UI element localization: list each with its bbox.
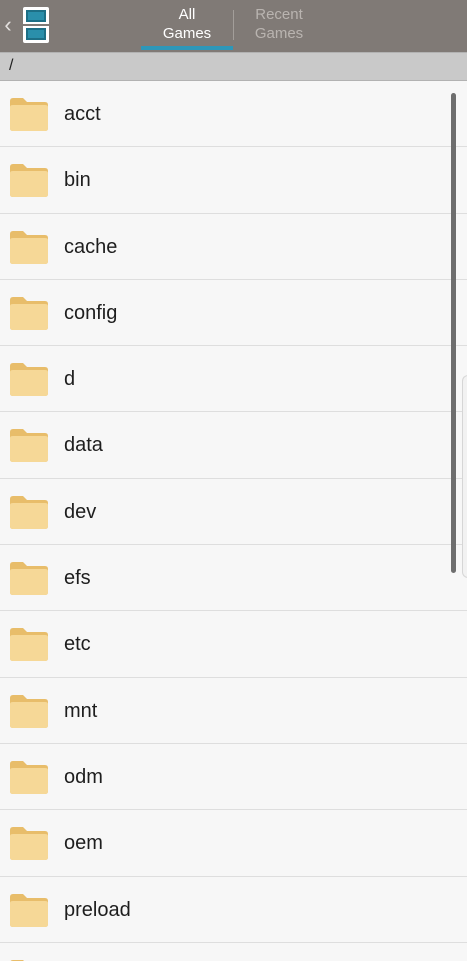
active-tab-indicator — [141, 46, 233, 50]
top-bar: ‹ All Games Recent Games — [0, 0, 467, 52]
folder-row[interactable]: acct — [0, 81, 467, 148]
folder-icon — [10, 694, 48, 728]
folder-icon — [10, 296, 48, 330]
folder-name: odm — [64, 765, 103, 788]
tab-all-games-line2: Games — [162, 25, 212, 42]
tab-all-games-line1: All — [178, 6, 196, 23]
folder-name: config — [64, 301, 118, 324]
folder-row[interactable]: data — [0, 412, 467, 479]
folder-icon — [10, 959, 25, 961]
folder-row[interactable]: efs — [0, 545, 467, 612]
folder-row[interactable]: d — [0, 346, 467, 413]
folder-icon — [10, 760, 48, 794]
folder-list[interactable]: acct bin cache config d data dev efs etc… — [0, 81, 467, 961]
tab-all-games[interactable]: All Games — [141, 5, 233, 47]
folder-icon — [10, 98, 48, 131]
folder-name: data — [64, 434, 103, 457]
file-browser: ‹ All Games Recent Games / acct bin cach… — [0, 0, 467, 961]
folder-name: mnt — [64, 699, 98, 722]
folder-name: acct — [64, 103, 101, 125]
folder-row[interactable]: etc — [0, 611, 467, 678]
folder-icon — [10, 628, 48, 662]
folder-row[interactable]: cache — [0, 213, 467, 280]
folder-row[interactable]: odm — [0, 743, 467, 811]
folder-row[interactable]: preload — [0, 876, 467, 943]
folder-icon — [10, 495, 48, 529]
folder-row[interactable]: dev — [0, 478, 467, 546]
folder-name: bin — [64, 169, 91, 192]
app-logo-icon[interactable] — [19, 6, 53, 44]
tab-recent-games-line2: Games — [254, 25, 304, 42]
folder-icon — [10, 230, 48, 264]
folder-name: cache — [64, 235, 118, 258]
tab-recent-games-line1: Recent — [255, 6, 303, 23]
scrollbar-thumb[interactable] — [451, 93, 456, 573]
folder-row[interactable]: config — [0, 279, 467, 347]
folder-icon — [10, 562, 48, 596]
folder-name: dev — [64, 500, 97, 523]
folder-icon — [10, 164, 48, 198]
folder-icon — [10, 429, 48, 463]
folder-name: efs — [64, 567, 91, 590]
current-path: / — [9, 57, 14, 74]
folder-row[interactable]: oem — [0, 810, 467, 877]
tab-recent-games[interactable]: Recent Games — [233, 5, 325, 47]
path-bar: / — [0, 52, 467, 81]
folder-row[interactable]: mnt — [0, 677, 467, 744]
folder-icon — [10, 363, 48, 397]
folder-name: preload — [64, 898, 131, 921]
folder-name: etc — [64, 633, 91, 656]
folder-icon — [10, 827, 48, 861]
folder-row[interactable]: bin — [0, 147, 467, 214]
edge-panel-handle[interactable] — [462, 375, 467, 578]
back-chevron-icon[interactable]: ‹ — [2, 12, 14, 38]
folder-row[interactable] — [0, 942, 467, 961]
folder-name: oem — [64, 832, 103, 855]
folder-icon — [10, 893, 48, 927]
folder-name: d — [64, 368, 76, 391]
